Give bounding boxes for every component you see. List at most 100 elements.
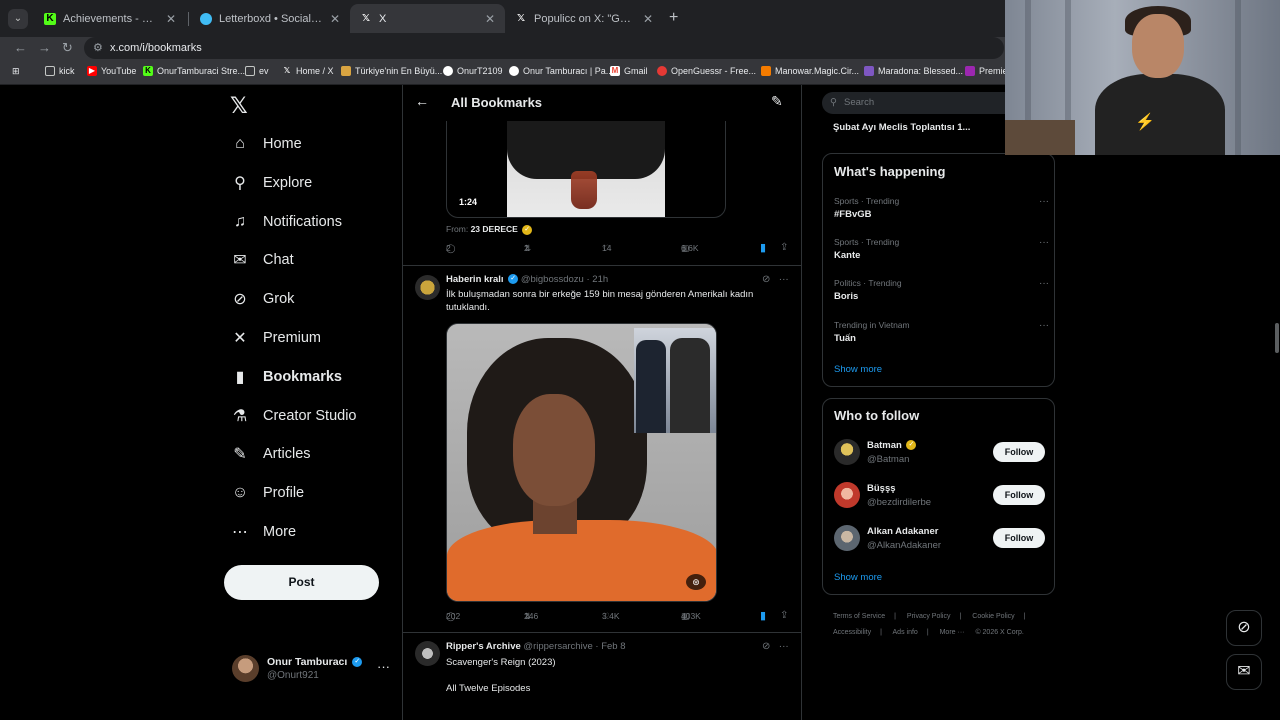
messages-icon[interactable]: ✉ [1226,654,1262,690]
video-media[interactable]: 1:24 [446,121,726,218]
nav-articles[interactable]: ✎ Articles [230,440,310,468]
author-name[interactable]: Ripper's Archive [446,641,521,652]
suggested-account[interactable]: Batman ✓ @Batman Follow [834,439,1045,467]
cookie-link[interactable]: Cookie Policy [972,613,1014,620]
back-arrow-icon[interactable]: ← [14,40,27,55]
close-icon[interactable]: ✕ [485,12,495,26]
browser-tab-x-active[interactable]: 𝕏 X ✕ [350,4,505,33]
grok-icon[interactable]: ⊘ [762,274,770,285]
new-tab-icon[interactable]: + [669,9,678,27]
privacy-link[interactable]: Privacy Policy [907,613,951,620]
video-source[interactable]: From: 23 DERECE ✓ [446,224,533,235]
avatar[interactable] [415,641,440,666]
close-icon[interactable]: ✕ [330,12,340,26]
x-logo-icon[interactable]: 𝕏 [230,93,248,119]
avatar[interactable] [415,275,440,300]
close-icon[interactable]: ✕ [643,12,653,26]
webcam-head-shape [1132,14,1184,78]
forward-arrow-icon[interactable]: → [38,40,51,55]
share-icon[interactable]: ⇪ [780,610,788,621]
bookmark-label: ev [259,66,269,76]
more-icon[interactable]: ··· [377,659,390,674]
nav-grok[interactable]: ⊘ Grok [230,285,294,313]
trend-name: Tuấn [834,333,856,344]
bookmark-turkiye[interactable]: Türkiye'nin En Büyü... [341,66,442,76]
edit-bookmarks-icon[interactable]: ✎ [771,93,783,110]
back-arrow-icon[interactable]: ← [415,93,429,109]
page-scrollbar[interactable] [1275,323,1279,353]
tweet-time[interactable]: 21h [592,274,608,285]
address-bar[interactable]: ⚙ x.com/i/bookmarks [84,37,1004,59]
account-switcher[interactable]: Onur Tamburacı ✓ @Onurt921 ··· [232,655,392,683]
tweet-actions: ◯ 2 ⇅ 2 ♡ 14 ▥ 6.6K ▮ ⇪ [446,241,796,257]
reload-icon[interactable]: ↻ [62,40,73,56]
grok-image-icon[interactable]: ⊛ [686,574,706,590]
bookmark-ev[interactable]: ev [245,66,269,76]
author-handle[interactable]: @rippersarchive [523,641,592,652]
bookmark-gmail[interactable]: M Gmail [610,66,648,76]
bookmark-home-x[interactable]: 𝕏 Home / X [282,66,334,76]
nav-bookmarks[interactable]: ▮ Bookmarks [230,363,342,391]
trend-top-item[interactable]: Şubat Ayı Meclis Toplantısı 1... [833,122,970,133]
author-name[interactable]: Haberin kralı [446,274,504,285]
more-icon[interactable]: ··· [779,641,789,652]
bookmark-premie[interactable]: Premie [965,66,1008,76]
suggested-account[interactable]: Alkan Adakaner @AlkanAdakaner Follow [834,525,1045,553]
bookmark-kick[interactable]: kick [45,66,75,76]
folder-icon [245,66,255,76]
follow-button[interactable]: Follow [993,528,1045,548]
more-icon[interactable]: ··· [1039,278,1049,289]
tweet-time[interactable]: Feb 8 [601,641,625,652]
suggested-account[interactable]: Büşşş @bezdirdilerbe Follow [834,482,1045,510]
bookmark-onurt2109[interactable]: OnurT2109 [443,66,503,76]
more-icon[interactable]: ··· [779,274,789,285]
browser-tab-kick[interactable]: K Achievements - Kick Dashboard ✕ [34,4,186,33]
tab-search-button[interactable]: ⌄ [8,9,28,29]
site-info-icon[interactable]: ⚙ [93,37,103,59]
nav-creator-studio[interactable]: ⚗ Creator Studio [230,402,357,430]
trend-item[interactable]: Sports · Trending #FBvGB ··· [834,196,1049,220]
trend-item[interactable]: Sports · Trending Kante ··· [834,237,1049,261]
author-handle[interactable]: @bigbossdozu [521,274,584,285]
browser-tab-letterboxd[interactable]: Letterboxd • Social film discove ✕ [190,4,350,33]
terms-link[interactable]: Terms of Service [833,613,885,620]
bookmark-onurtamburaci-stream[interactable]: K OnurTamburaci Stre... [143,66,245,76]
trend-item[interactable]: Politics · Trending Boris ··· [834,278,1049,302]
share-icon[interactable]: ⇪ [780,242,788,253]
show-more-link[interactable]: Show more [834,364,882,375]
show-more-link[interactable]: Show more [834,572,882,583]
more-icon[interactable]: ··· [1039,237,1049,248]
tweet-photo[interactable]: ⊛ [446,323,717,602]
bookmark-filled-icon[interactable]: ▮ [760,241,766,254]
post-button[interactable]: Post [224,565,379,600]
bookmark-manowar[interactable]: Manowar.Magic.Cir... [761,66,859,76]
ads-info-link[interactable]: Ads info [893,629,918,636]
apps-grid-icon[interactable]: ⊞ [12,66,20,77]
follow-button[interactable]: Follow [993,442,1045,462]
accessibility-link[interactable]: Accessibility [833,629,871,636]
trend-item[interactable]: Trending in Vietnam Tuấn ··· [834,320,1049,344]
bookmark-youtube[interactable]: ▶ YouTube [87,66,136,76]
nav-profile[interactable]: ☺ Profile [230,479,304,507]
grok-icon[interactable]: ⊘ [762,641,770,652]
nav-home[interactable]: ⌂ Home [230,130,302,158]
bookmark-filled-icon[interactable]: ▮ [760,609,766,622]
bookmark-openguessr[interactable]: OpenGuessr - Free... [657,66,756,76]
nav-premium[interactable]: ✕ Premium [230,324,321,352]
bookmark-maradona[interactable]: Maradona: Blessed... [864,66,963,76]
close-icon[interactable]: ✕ [166,12,176,26]
bookmark-onur-patreon[interactable]: Onur Tamburacı | Pa... [509,66,613,76]
nav-notifications[interactable]: ♫ Notifications [230,208,342,236]
account-name: Onur Tamburacı ✓ [267,656,363,668]
more-icon[interactable]: ··· [1039,320,1049,331]
more-icon[interactable]: ··· [1039,196,1049,207]
nav-more[interactable]: ⋯ More [230,518,296,546]
browser-tab-populicc[interactable]: 𝕏 Populicc on X: "Gündüz kuşağı ✕ [505,4,663,33]
tab-label: Letterboxd • Social film discove [219,12,324,25]
grok-icon[interactable]: ⊘ [1226,610,1262,646]
nav-chat[interactable]: ✉ Chat [230,246,293,274]
nav-explore[interactable]: ⚲ Explore [230,169,312,197]
search-input[interactable]: ⚲ Search [822,92,1022,114]
follow-button[interactable]: Follow [993,485,1045,505]
more-link[interactable]: More ··· [940,629,965,636]
